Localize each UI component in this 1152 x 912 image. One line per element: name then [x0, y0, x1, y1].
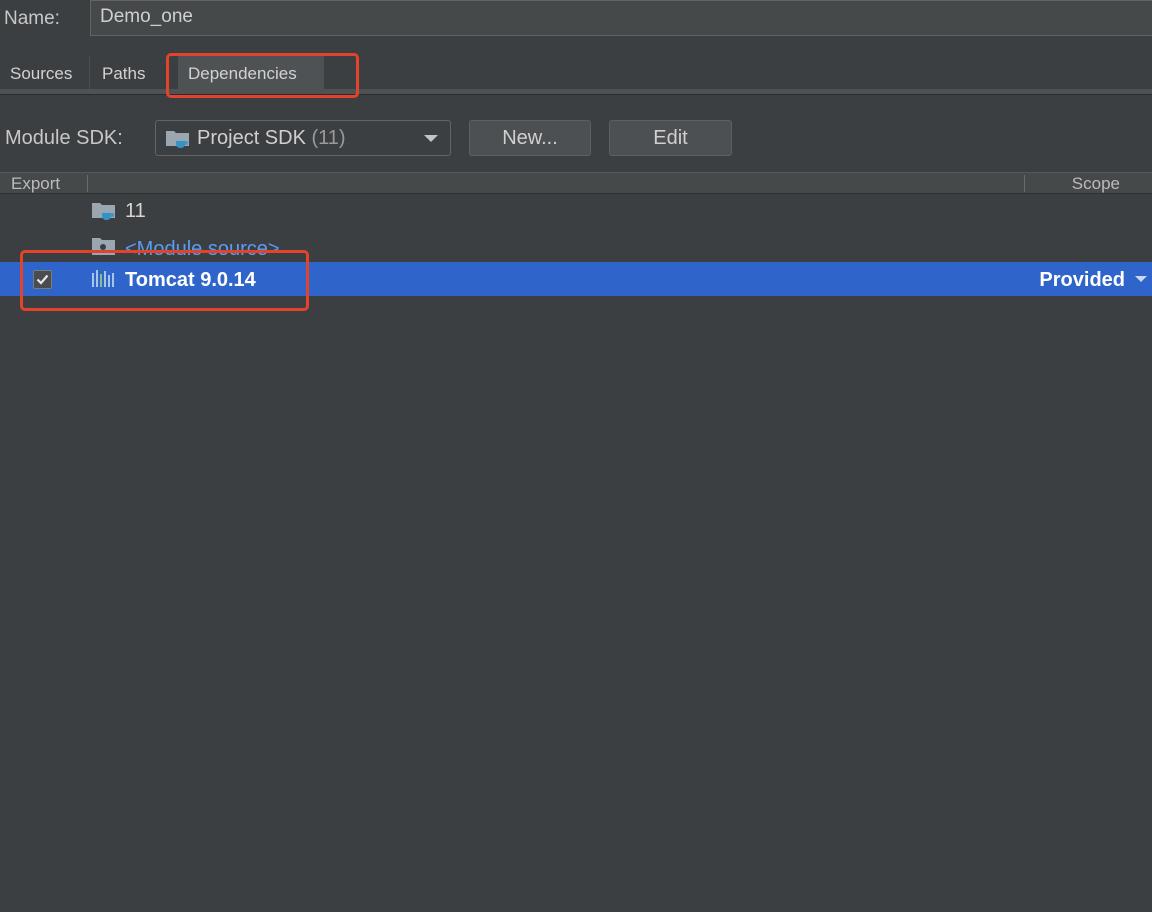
edit-sdk-button[interactable]: Edit [609, 120, 732, 156]
column-separator[interactable] [87, 175, 88, 192]
chevron-down-icon[interactable] [1135, 276, 1147, 282]
module-sdk-version: (11) [311, 127, 346, 149]
new-sdk-button[interactable]: New... [469, 120, 591, 156]
folder-icon [165, 129, 191, 154]
chevron-down-icon [424, 135, 438, 142]
column-separator[interactable] [1024, 175, 1025, 192]
tab-paths[interactable]: Paths [92, 56, 172, 90]
annotation-highlight-tomcat-row [20, 250, 309, 311]
module-sdk-label: Module SDK: [5, 127, 123, 149]
name-input[interactable]: Demo_one [90, 0, 1152, 36]
annotation-highlight-dependencies-tab [166, 53, 359, 98]
table-row[interactable]: 11 [0, 194, 1152, 228]
tab-sources[interactable]: Sources [0, 56, 90, 90]
column-header-export[interactable]: Export [11, 173, 60, 194]
sdk-folder-icon [91, 201, 117, 226]
module-sdk-name: Project SDK [197, 127, 306, 149]
scope-dropdown[interactable]: Provided [1039, 263, 1125, 297]
dependencies-table-header: Export Scope [0, 172, 1152, 194]
module-sdk-dropdown[interactable]: Project SDK (11) [155, 120, 451, 156]
name-label: Name: [4, 8, 60, 29]
column-header-scope[interactable]: Scope [1072, 173, 1120, 194]
module-sdk-value: Project SDK (11) [197, 125, 346, 151]
row-label: 11 [125, 200, 146, 222]
